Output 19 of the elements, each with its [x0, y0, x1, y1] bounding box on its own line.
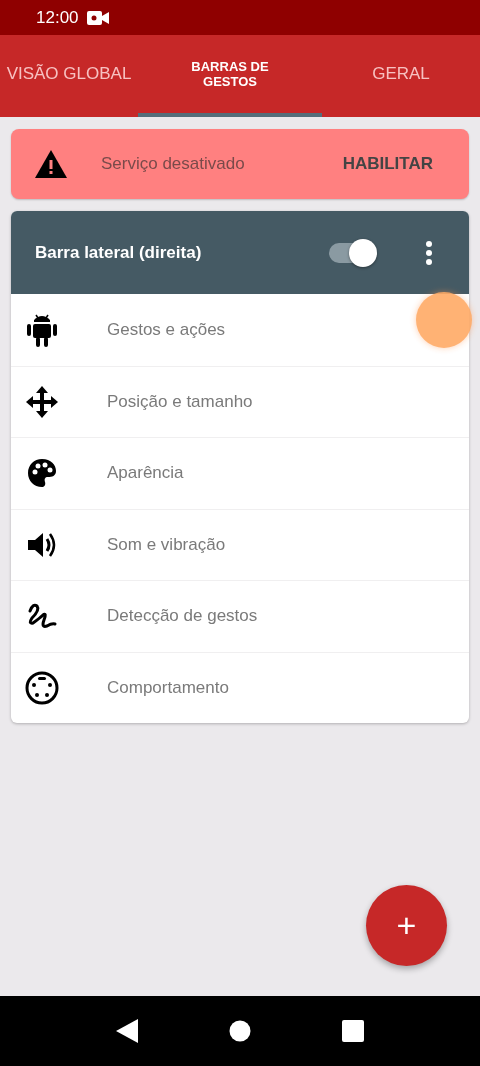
- menu-item-label: Comportamento: [107, 677, 229, 698]
- menu-item-label: Posição e tamanho: [107, 391, 253, 412]
- menu-item[interactable]: Posição e tamanho: [11, 365, 469, 437]
- menu-item[interactable]: Som e vibração: [11, 508, 469, 580]
- menu-item[interactable]: Comportamento: [11, 651, 469, 723]
- menu-item[interactable]: Aparência: [11, 437, 469, 509]
- menu-item-label: Som e vibração: [107, 534, 226, 555]
- tab[interactable]: BARRAS DE GESTOS: [138, 35, 322, 117]
- enable-button[interactable]: HABILITAR: [342, 154, 433, 174]
- menu-item-label: Detecção de gestos: [107, 606, 258, 627]
- menu-item[interactable]: Detecção de gestos: [11, 580, 469, 652]
- menu-item-label: Aparência: [107, 463, 184, 484]
- card-title: Barra lateral (direita): [35, 242, 203, 263]
- tab[interactable]: GERAL: [322, 35, 480, 117]
- add-button[interactable]: +: [366, 885, 447, 966]
- banner-message: Serviço desativado: [101, 154, 246, 174]
- menu-item-label: Gestos e ações: [107, 319, 226, 340]
- tab[interactable]: VISÃO GLOBAL: [0, 35, 138, 117]
- clock: 12:00: [36, 7, 79, 28]
